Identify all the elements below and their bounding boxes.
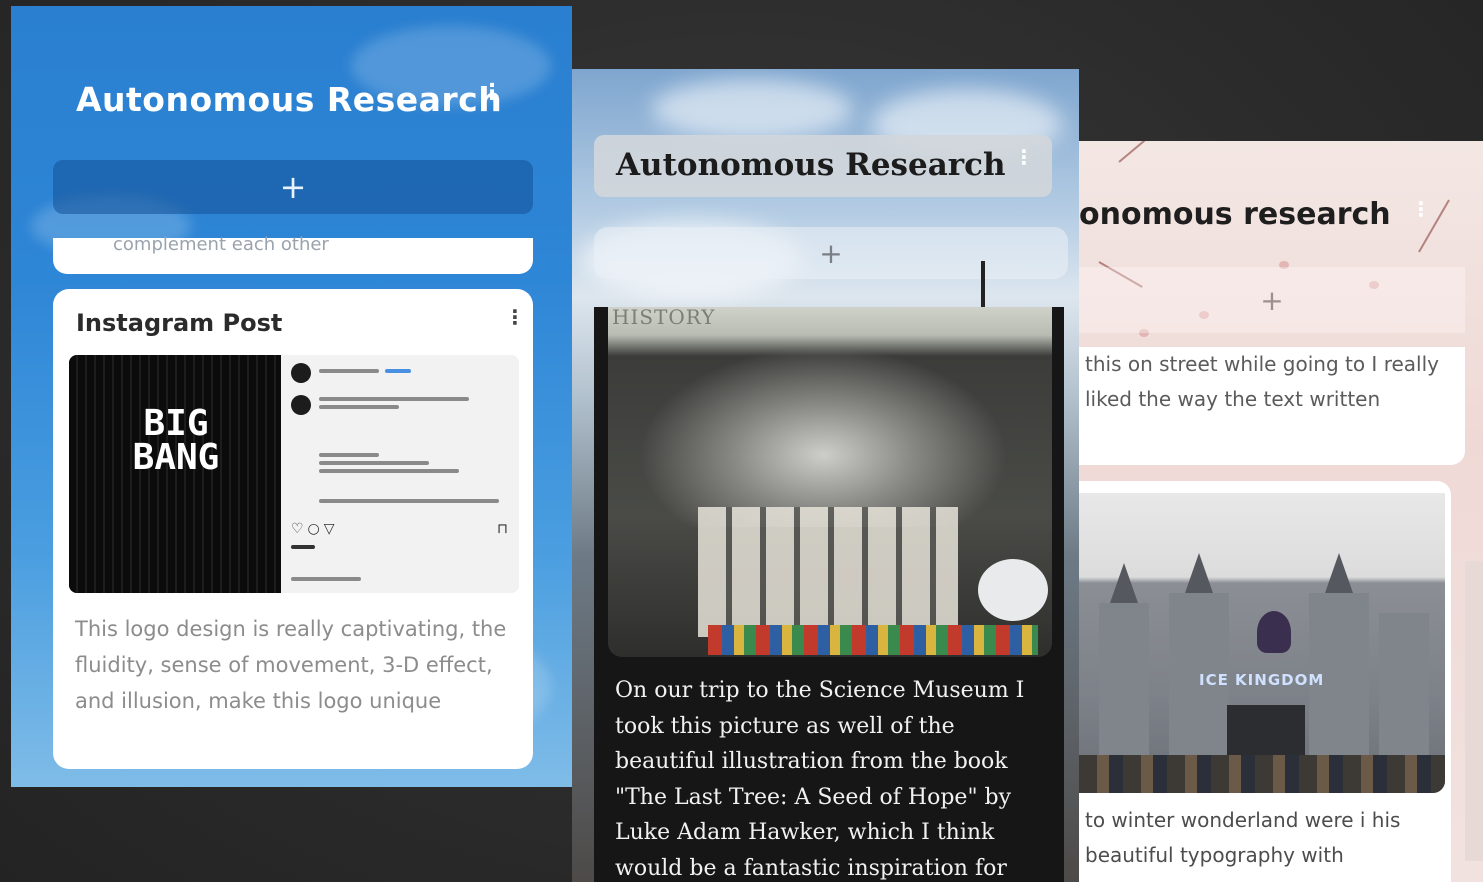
more-options-icon[interactable]: ⋮ xyxy=(1014,145,1034,169)
text-line xyxy=(319,469,459,473)
avatar xyxy=(291,363,311,383)
sky-theme-phone-screen: Autonomous Research ⋮ + HISTORY On our t… xyxy=(572,69,1079,882)
avatar xyxy=(291,395,311,415)
card-description: On our trip to the Science Museum I took… xyxy=(615,678,1025,881)
text-line xyxy=(291,577,361,581)
previous-card[interactable]: complement each other xyxy=(53,234,533,274)
photo-sign-text: HISTORY xyxy=(612,307,716,329)
sky-cloud xyxy=(652,79,852,139)
book-shelf xyxy=(708,625,1038,655)
castle-tower xyxy=(1379,613,1429,763)
plus-icon: + xyxy=(279,168,307,206)
crowd xyxy=(1079,755,1445,793)
next-card-edge xyxy=(1465,561,1483,861)
add-entry-button[interactable]: + xyxy=(594,227,1068,279)
plus-icon: + xyxy=(819,236,843,270)
castle-spire xyxy=(1185,553,1213,593)
text-line xyxy=(319,369,379,373)
card-description: This logo design is really captivating, … xyxy=(75,617,507,713)
text-line xyxy=(319,453,379,457)
card-title: Instagram Post xyxy=(76,309,283,337)
blossom-theme-phone-screen: onomous research ⋮ + this on street whil… xyxy=(1079,141,1483,882)
book-display xyxy=(698,507,958,637)
museum-photo[interactable]: HISTORY xyxy=(608,307,1052,657)
previous-card-text: this on street while going to I really l… xyxy=(1085,352,1439,411)
text-line xyxy=(319,397,469,401)
castle-spire xyxy=(1110,563,1138,603)
add-entry-button[interactable]: + xyxy=(53,160,533,214)
bookmark-icon: ⊓ xyxy=(497,521,508,537)
plus-icon: + xyxy=(1260,283,1284,317)
text-line xyxy=(319,461,429,465)
card-options-icon[interactable]: ⋮ xyxy=(505,305,525,329)
text-line xyxy=(319,405,399,409)
card-description: to winter wonderland were i his beautifu… xyxy=(1085,808,1401,867)
add-entry-button[interactable]: + xyxy=(1079,267,1465,333)
more-options-icon[interactable]: ⋮ xyxy=(481,80,503,105)
castle-sign-text: ICE KINGDOM xyxy=(1199,671,1325,689)
previous-card-text: complement each other xyxy=(113,234,329,255)
app-title: Autonomous Research xyxy=(616,147,1006,183)
research-card[interactable]: HISTORY On our trip to the Science Museu… xyxy=(594,307,1064,882)
blue-theme-phone-screen: Autonomous Research ⋮ + complement each … xyxy=(11,6,572,787)
logo-image: BIG BANG xyxy=(69,355,281,593)
text-line xyxy=(291,545,315,549)
castle-photo[interactable]: ICE KINGDOM xyxy=(1079,493,1445,793)
castle-spire xyxy=(1325,553,1353,593)
research-card[interactable]: Instagram Post ⋮ BIG BANG ♡○▽ ⊓ This log… xyxy=(53,289,533,769)
blossom-branch xyxy=(1118,141,1174,163)
text-line xyxy=(319,499,499,503)
white-plate xyxy=(978,559,1048,621)
post-action-icons: ♡○▽ xyxy=(291,521,339,537)
app-title: onomous research xyxy=(1079,197,1391,232)
instagram-screenshot-image[interactable]: BIG BANG ♡○▽ ⊓ xyxy=(69,355,519,593)
lamp-post xyxy=(981,261,985,307)
castle-crest xyxy=(1257,611,1291,653)
more-options-icon[interactable]: ⋮ xyxy=(1411,197,1431,221)
text-line xyxy=(385,369,411,373)
castle-tower xyxy=(1099,603,1149,763)
big-bang-logo: BIG BANG xyxy=(132,403,220,478)
app-title: Autonomous Research xyxy=(76,80,503,119)
research-card[interactable]: ⋮ ICE KINGDOM to winter wonderland were … xyxy=(1079,481,1451,882)
tree-illustration xyxy=(638,347,1008,527)
previous-card[interactable]: this on street while going to I really l… xyxy=(1079,347,1465,465)
instagram-comment-panel: ♡○▽ ⊓ xyxy=(281,355,519,593)
